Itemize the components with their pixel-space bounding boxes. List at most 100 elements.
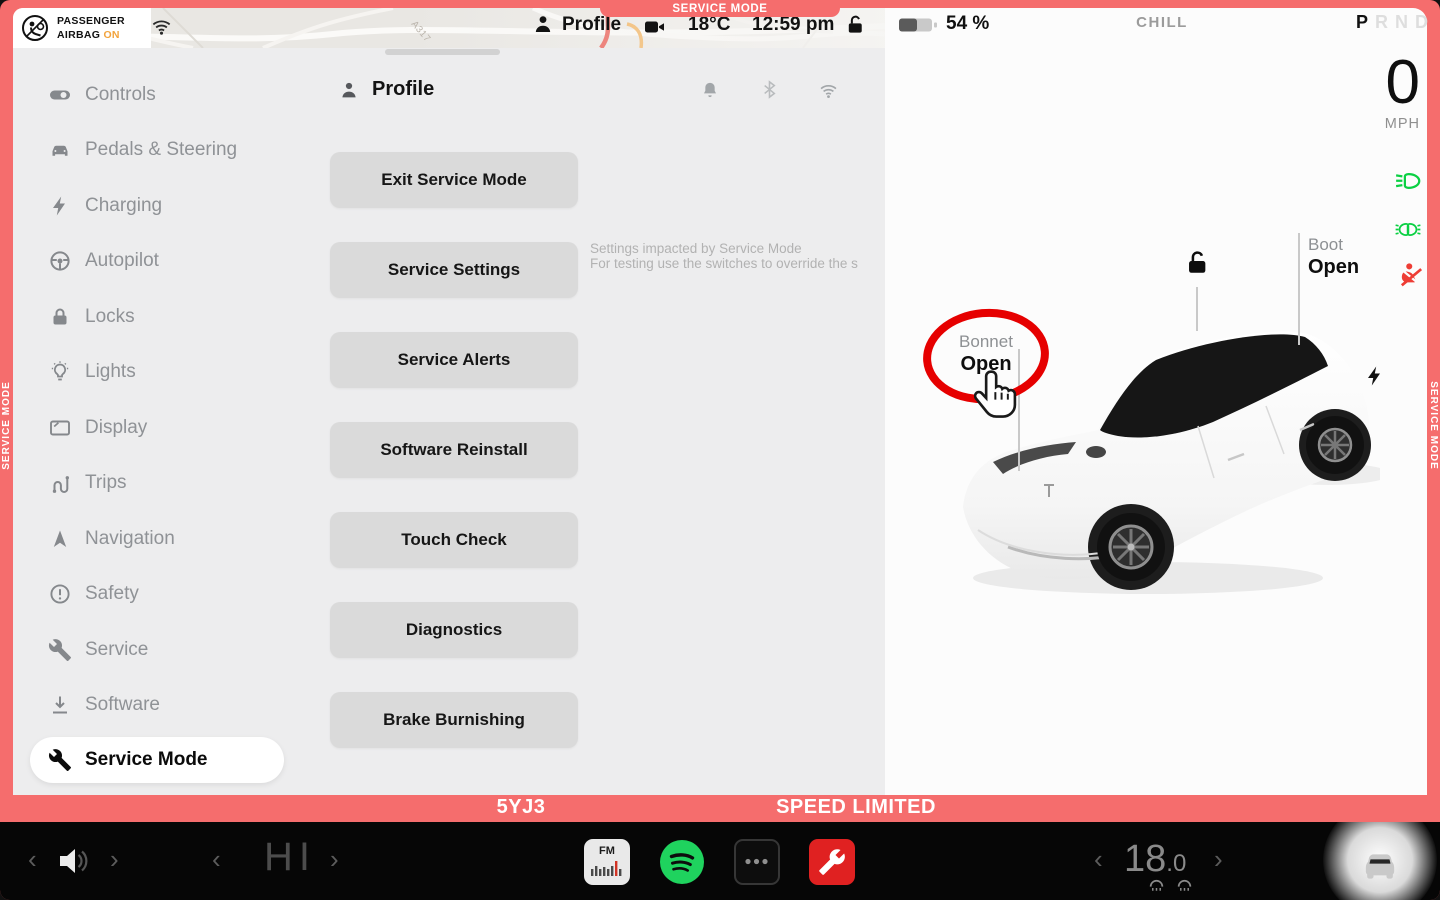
exit-service-mode-button[interactable]: Exit Service Mode: [330, 152, 578, 208]
sidebar-item-label: Safety: [85, 583, 139, 605]
service-mode-banner-top: SERVICE MODE: [600, 0, 840, 17]
volume-down-chevron[interactable]: ‹: [28, 846, 37, 872]
service-alerts-button[interactable]: Service Alerts: [330, 332, 578, 388]
profile-label[interactable]: Profile: [562, 14, 621, 36]
clock: 12:59 pm: [752, 14, 834, 36]
touch-check-button[interactable]: Touch Check: [330, 512, 578, 568]
fm-radio-app[interactable]: FM: [584, 839, 630, 885]
sidebar-item-label: Pedals & Steering: [85, 139, 237, 161]
charge-port-icon: [1363, 364, 1387, 388]
lock-icon: [48, 305, 72, 329]
boot-leader-line: [1298, 233, 1300, 345]
display-icon: [48, 416, 72, 440]
diagnostics-button[interactable]: Diagnostics: [330, 602, 578, 658]
sidebar-item-lights[interactable]: Lights: [30, 349, 284, 395]
boot-state: Open: [1308, 256, 1359, 279]
alert-circle-icon: [48, 582, 72, 606]
spotify-app[interactable]: [659, 839, 705, 885]
sidebar-item-label: Service: [85, 639, 148, 661]
sidebar-item-trips[interactable]: Trips: [30, 460, 284, 506]
sidebar-item-label: Controls: [85, 84, 156, 106]
bell-icon[interactable]: [700, 80, 720, 100]
sidebar-item-controls[interactable]: Controls: [30, 72, 284, 118]
sidebar-item-display[interactable]: Display: [30, 405, 284, 451]
sidebar-item-label: Display: [85, 417, 147, 439]
software-reinstall-button[interactable]: Software Reinstall: [330, 422, 578, 478]
sidebar-item-locks[interactable]: Locks: [30, 294, 284, 340]
vehicle-controls-button[interactable]: [1357, 844, 1403, 884]
sidebar-item-safety[interactable]: Safety: [30, 571, 284, 617]
sidebar-item-navigation[interactable]: Navigation: [30, 516, 284, 562]
brake-burnishing-button[interactable]: Brake Burnishing: [330, 692, 578, 748]
sidebar-item-label: Software: [85, 694, 160, 716]
gear-indicator: PRND: [1356, 12, 1428, 33]
volume-icon[interactable]: [56, 846, 90, 876]
gear-reverse: R: [1375, 12, 1388, 32]
service-app[interactable]: [809, 839, 855, 885]
hand-cursor: [974, 368, 1020, 426]
fm-radio-label: FM: [584, 845, 630, 857]
passenger-airbag-status: PASSENGER AIRBAG ON: [13, 8, 151, 48]
sidebar-item-label: Navigation: [85, 528, 175, 550]
wifi-icon[interactable]: [818, 80, 839, 101]
gear-neutral: N: [1395, 12, 1408, 32]
seatbelt-warning-icon: [1398, 260, 1425, 289]
unlock-icon: [1183, 248, 1212, 277]
unlock-icon[interactable]: [844, 13, 867, 36]
fan-level[interactable]: HI: [248, 835, 332, 880]
car-icon: [48, 138, 72, 162]
profile-icon[interactable]: [531, 12, 555, 36]
airbag-state: ON: [103, 29, 119, 41]
service-mode-banner-right: SERVICE MODE: [1427, 372, 1440, 479]
low-beam-icon: [1392, 166, 1424, 196]
drag-handle[interactable]: [385, 49, 500, 55]
navigation-arrow-icon: [48, 527, 72, 551]
lock-leader-line: [1196, 287, 1198, 331]
sidebar-item-label: Autopilot: [85, 250, 159, 272]
battery-percent: 54 %: [946, 13, 989, 35]
drive-mode-label: CHILL: [1102, 14, 1222, 31]
tesla-touchscreen: A317 PASSENGER AIRBAG ON Profile 18°C 12…: [0, 0, 1440, 900]
service-settings-button[interactable]: Service Settings: [330, 242, 578, 298]
route-icon: [48, 471, 72, 495]
boot-label: Boot: [1308, 235, 1343, 255]
fog-light-icon: [1391, 216, 1425, 243]
sidebar-item-autopilot[interactable]: Autopilot: [30, 238, 284, 284]
bluetooth-icon[interactable]: [759, 79, 780, 100]
sidebar-item-service[interactable]: Service: [30, 627, 284, 673]
speed-limited-warning: SPEED LIMITED: [731, 796, 981, 819]
service-mode-banner-left: SERVICE MODE: [0, 372, 13, 479]
gear-drive: D: [1415, 12, 1428, 32]
sidebar-item-software[interactable]: Software: [30, 682, 284, 728]
fan-down-chevron[interactable]: ‹: [212, 846, 221, 872]
outside-temperature[interactable]: 18°C: [688, 14, 730, 36]
fan-up-chevron[interactable]: ›: [330, 846, 339, 872]
lightbulb-icon: [48, 360, 72, 384]
vin-prefix: 5YJ3: [431, 796, 611, 819]
profile-icon: [338, 79, 360, 101]
sidebar-item-charging[interactable]: Charging: [30, 183, 284, 229]
sidebar-item-pedals-steering[interactable]: Pedals & Steering: [30, 127, 284, 173]
temp-up-chevron[interactable]: ›: [1214, 846, 1223, 872]
speed-unit: MPH: [1340, 116, 1420, 132]
wrench-icon: [818, 848, 846, 876]
bottom-dock: ‹ › ‹ HI › FM: [0, 822, 1440, 900]
service-settings-note-line1: Settings impacted by Service Mode: [590, 241, 883, 256]
temp-down-chevron[interactable]: ‹: [1094, 846, 1103, 872]
airbag-label-line1: PASSENGER: [57, 15, 125, 27]
volume-up-chevron[interactable]: ›: [110, 846, 119, 872]
more-apps-button[interactable]: [734, 839, 780, 885]
sidebar-item-label: Trips: [85, 472, 127, 494]
sidebar-item-label: Service Mode: [85, 749, 208, 771]
toggle-icon: [48, 83, 72, 107]
service-settings-note-line2: For testing use the switches to override…: [590, 256, 883, 271]
sidebar-item-label: Lights: [85, 361, 136, 383]
sidebar-item-label: Locks: [85, 306, 135, 328]
wifi-icon[interactable]: [150, 15, 173, 38]
steering-wheel-icon: [48, 249, 72, 273]
camera-icon[interactable]: [641, 15, 668, 39]
climate-temperature[interactable]: 18.0: [1124, 838, 1186, 881]
wrench-icon: [48, 748, 72, 772]
download-icon: [48, 693, 72, 717]
sidebar-item-service-mode[interactable]: Service Mode: [30, 737, 284, 783]
